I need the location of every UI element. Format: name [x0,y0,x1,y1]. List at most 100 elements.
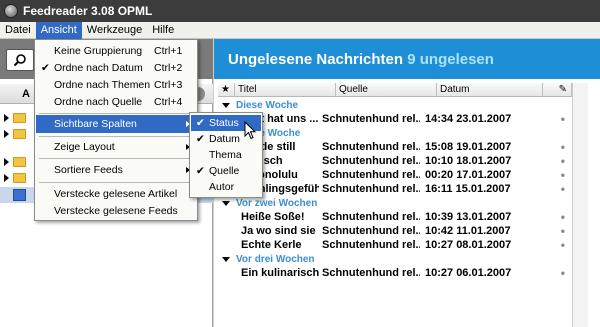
article-source: Schnutenhund rel... [322,225,420,237]
menu-item-label: Verstecke gelesene Feeds [54,205,178,217]
article-row[interactable]: a Honolulu Schnutenhund rel... 00:20 17.01… [218,168,572,182]
feeds-tab-label: A [22,88,30,100]
menu-item-sortiere-feeds[interactable]: Sortiere Feeds [36,161,196,179]
article-row[interactable]: FrühlingsgefühleSchnutenhund rel...16:11… [218,182,572,196]
menu-item-shortcut: Ctrl+4 [154,96,183,108]
scrollbar[interactable] [572,83,588,327]
article-title: Echte Kerle [241,239,302,251]
expand-icon[interactable] [4,130,9,138]
tree-folder[interactable] [4,155,26,169]
menu-item-ordne-nach-themen[interactable]: Ordne nach Themen Ctrl+3 [36,76,196,94]
check-icon: ✔ [196,117,205,129]
article-row[interactable]: mmischSchnutenhund rel...10:10 18.01.200… [218,154,572,168]
article-list: Diese Woche Welt hat uns ... Schnutenhund … [218,98,572,280]
unread-dot-icon: • [560,168,565,182]
article-source: Schnutenhund rel... [322,239,420,251]
menu-item-shortcut: Ctrl+2 [154,62,183,74]
folder-icon [13,129,26,139]
unread-dot-icon: • [560,224,565,238]
article-row[interactable]: Echte Kerle Schnutenhund rel... 10:27 08.0… [218,238,572,252]
unread-dot-icon: • [560,238,565,252]
col-status[interactable]: ★ [218,83,235,96]
article-row[interactable]: Welt hat uns ... Schnutenhund rel... 14:34… [218,112,572,126]
article-source: Schnutenhund rel... [322,141,420,153]
menu-item-ordne-nach-quelle[interactable]: Ordne nach Quelle Ctrl+4 [36,93,196,111]
folder-icon [13,173,26,183]
menu-separator [39,182,193,183]
article-date: 10:27 06.01.2007 [425,267,512,279]
tree-folder[interactable] [4,171,26,185]
group-label: Vor drei Wochen [236,253,315,265]
menu-item-verstecke-gelesene-feeds[interactable]: Verstecke gelesene Feeds [36,202,196,220]
group-label: Vor zwei Wochen [236,197,318,209]
submenu-item-thema[interactable]: Thema [191,147,261,163]
article-date: 15:08 19.01.2007 [425,141,512,153]
menu-item-verstecke-gelesene-artikel[interactable]: Verstecke gelesene Artikel [36,185,196,203]
submenu-item-quelle[interactable]: ✔ Quelle [191,163,261,179]
group-header[interactable]: Vor drei Wochen [218,252,572,266]
unread-dot-icon: • [560,112,565,126]
submenu-item-label: Autor [209,181,235,193]
collapse-icon[interactable] [222,200,230,206]
menu-item-zeige-layout[interactable]: Zeige Layout [36,138,196,156]
menu-item-sichtbare-spalten[interactable]: Sichtbare Spalten [36,115,196,133]
window-title: Feedreader 3.08 OPML [23,4,153,18]
menu-item-shortcut: Ctrl+3 [154,79,183,91]
search-button[interactable] [6,49,34,71]
article-source: Schnutenhund rel... [322,183,420,195]
article-source: Schnutenhund rel... [322,267,420,279]
group-header[interactable]: Vor zwei Wochen [218,196,572,210]
menu-werkzeuge[interactable]: Werkzeuge [82,22,147,39]
unread-count: 9 ungelesen [407,51,494,68]
view-menu-dropdown: Keine Gruppierung Ctrl+1 ✔ Ordne nach Da… [34,39,198,221]
title-bar: Feedreader 3.08 OPML [0,0,600,22]
article-row[interactable]: wurde still Schnutenhund rel... 15:08 19.0… [218,140,572,154]
article-row[interactable]: Heiße Soße! Schnutenhund rel... 10:39 13.0… [218,210,572,224]
tree-folder[interactable] [4,111,26,125]
article-date: 10:39 13.01.2007 [425,211,512,223]
check-icon: ✔ [196,133,205,145]
submenu-item-label: Thema [209,149,242,161]
col-flag[interactable]: ✎ [543,83,572,96]
collapse-icon[interactable] [222,256,230,262]
menu-item-ordne-nach-datum[interactable]: ✔ Ordne nach Datum Ctrl+2 [36,59,196,77]
unread-dot-icon: • [560,182,565,196]
menu-item-keine-gruppierung[interactable]: Keine Gruppierung Ctrl+1 [36,42,196,60]
menu-item-label: Verstecke gelesene Artikel [54,188,178,200]
submenu-item-label: Quelle [209,165,240,177]
col-date[interactable]: Datum [437,83,543,96]
submenu-item-autor[interactable]: Autor [191,179,261,195]
article-date: 14:34 23.01.2007 [425,113,512,125]
menu-item-label: Zeige Layout [54,141,115,153]
col-title[interactable]: Titel [235,83,336,96]
collapse-icon[interactable] [222,102,230,108]
expand-icon[interactable] [4,114,9,122]
article-row[interactable]: Ja wo sind sie de...Schnutenhund rel... 1… [218,224,572,238]
tree-feed[interactable] [4,188,26,202]
article-source: Schnutenhund rel... [322,169,420,181]
menu-datei[interactable]: Datei [0,22,36,39]
search-icon [13,54,26,67]
tree-folder[interactable] [4,127,26,141]
check-icon: ✔ [196,165,205,177]
folder-icon [13,113,26,123]
article-title: Heiße Soße! [241,211,305,223]
unread-dot-icon: • [560,154,565,168]
menu-item-shortcut: Ctrl+1 [154,45,183,57]
menu-item-label: Sortiere Feeds [54,164,123,176]
unread-banner: Ungelesene Nachrichten 9 ungelesen [214,39,600,79]
expand-icon[interactable] [4,158,9,166]
article-source: Schnutenhund rel... [322,113,420,125]
article-row[interactable]: Ein kulinarischer ...Schnutenhund rel...… [218,266,572,280]
group-header[interactable]: Diese Woche [218,98,572,112]
expand-icon[interactable] [4,174,9,182]
col-source[interactable]: Quelle [336,83,437,96]
article-source: Schnutenhund rel... [322,155,420,167]
menu-ansicht[interactable]: Ansicht [35,21,82,39]
menu-item-label: Keine Gruppierung [54,45,143,57]
submenu-item-label: Status [209,117,239,129]
menu-hilfe[interactable]: Hilfe [147,22,179,39]
article-title: Ein kulinarischer ... [241,267,319,279]
group-label: Diese Woche [236,99,299,111]
group-header[interactable]: Letzte Woche [218,126,572,140]
